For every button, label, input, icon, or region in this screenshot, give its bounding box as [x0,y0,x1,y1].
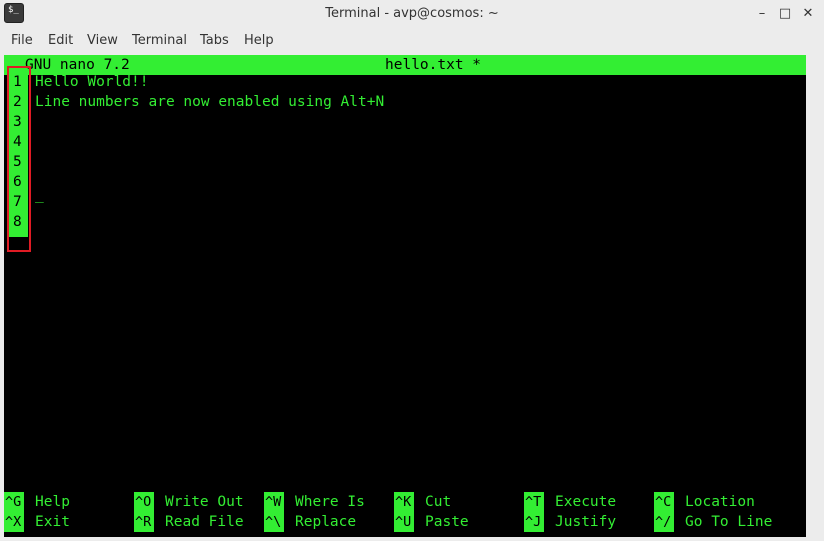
shortcut-key: ^R [135,514,152,530]
shortcut-key: ^\ [265,514,282,530]
menu-view[interactable]: View [87,29,118,53]
shortcut-key: ^J [525,514,542,530]
shortcut-read-file[interactable]: Read File [165,512,244,532]
text-cursor: _ [35,187,44,203]
window-title: Terminal - avp@cosmos: ~ [325,6,499,21]
minimize-icon[interactable]: – [752,4,772,24]
menu-bar: File Edit View Terminal Tabs Help [0,29,824,53]
shortcut-replace[interactable]: Replace [295,512,356,532]
menu-file[interactable]: File [11,29,33,53]
menu-tabs[interactable]: Tabs [200,29,229,53]
terminal-scrollbar[interactable] [806,55,820,537]
shortcut-location[interactable]: Location [685,492,755,512]
shortcut-key: ^K [395,494,412,510]
shortcut-key: ^W [265,494,282,510]
editor-line[interactable]: Hello World!! [35,72,149,92]
shortcut-key: ^U [395,514,412,530]
line-number-highlight-box [7,66,31,252]
shortcut-key: ^X [5,514,22,530]
shortcut-key: ^/ [655,514,672,530]
menu-edit[interactable]: Edit [48,29,73,53]
shortcut-key: ^G [5,494,22,510]
shortcut-key: ^O [135,494,152,510]
shortcut-cut[interactable]: Cut [425,492,451,512]
menu-terminal[interactable]: Terminal [132,29,187,53]
shortcut-key: ^C [655,494,672,510]
shortcut-exit[interactable]: Exit [35,512,70,532]
shortcut-paste[interactable]: Paste [425,512,469,532]
shortcut-where-is[interactable]: Where Is [295,492,365,512]
maximize-icon[interactable]: □ [775,4,795,24]
title-bar: $_ Terminal - avp@cosmos: ~ – □ ✕ [0,0,824,28]
close-icon[interactable]: ✕ [798,4,818,24]
shortcut-go-to-line[interactable]: Go To Line [685,512,772,532]
shortcut-execute[interactable]: Execute [555,492,616,512]
shortcut-justify[interactable]: Justify [555,512,616,532]
terminal-area[interactable]: GNU nano 7.2 hello.txt * 1 2 3 4 5 6 7 8… [4,55,806,537]
menu-help[interactable]: Help [244,29,274,53]
nano-filename: hello.txt * [385,57,482,73]
editor-line[interactable]: Line numbers are now enabled using Alt+N [35,92,384,112]
shortcut-key: ^T [525,494,542,510]
shortcut-help[interactable]: Help [35,492,70,512]
shortcut-write-out[interactable]: Write Out [165,492,244,512]
